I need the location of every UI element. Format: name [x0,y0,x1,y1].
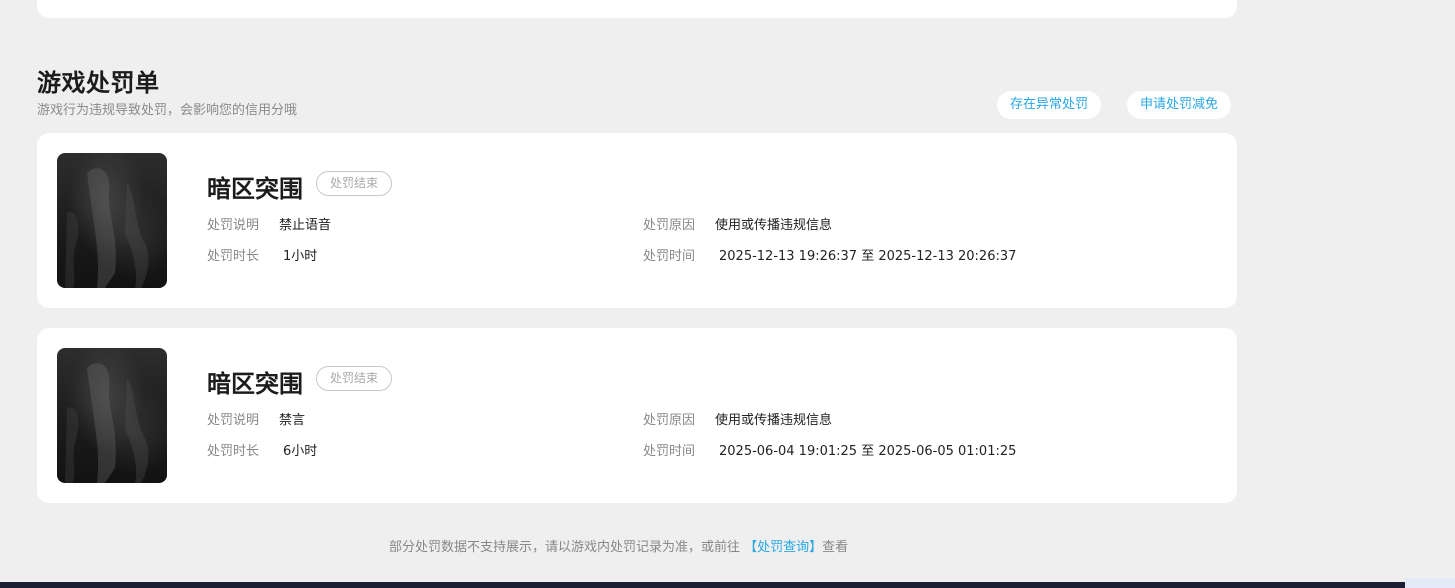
description-value: 禁止语音 [279,218,332,233]
duration-value: 1小时 [283,249,318,264]
penalty-query-link[interactable]: 【处罚查询】 [744,540,822,555]
bottom-bar [0,582,1405,588]
footer-text: 部分处罚数据不支持展示，请以游戏内处罚记录为准，或前往 [389,540,741,555]
reason-value: 使用或传播违规信息 [715,218,833,233]
report-abnormal-penalty-button[interactable]: 存在异常处罚 [997,91,1102,119]
status-badge: 处罚结束 [316,366,393,391]
game-name: 暗区突围 [207,175,303,203]
reason-value: 使用或传播违规信息 [715,413,833,428]
apply-penalty-reduction-button[interactable]: 申请处罚减免 [1127,91,1232,119]
description-label: 处罚说明 [207,413,260,428]
penalty-record-card: 暗区突围 处罚结束 处罚说明 禁言 处罚时长 6小时 处罚原因 使用或传播违规信… [37,328,1237,503]
duration-label: 处罚时长 [207,444,260,459]
section-subtitle: 游戏行为违规导致处罚，会影响您的信用分哦 [37,103,298,118]
section-title: 游戏处罚单 [37,69,160,97]
description-value: 禁言 [279,413,306,428]
footer-note: 部分处罚数据不支持展示，请以游戏内处罚记录为准，或前往 【处罚查询】查看 [389,536,848,555]
reason-label: 处罚原因 [643,413,696,428]
description-label: 处罚说明 [207,218,260,233]
corner-widget [1405,578,1455,588]
status-badge: 处罚结束 [316,171,393,196]
penalty-record-card: 暗区突围 处罚结束 处罚说明 禁止语音 处罚时长 1小时 处罚原因 使用或传播违… [37,133,1237,308]
previous-section-card [37,0,1237,18]
time-value: 2025-12-13 19:26:37 至 2025-12-13 20:26:3… [719,249,1017,264]
game-cover-image [57,348,167,483]
time-label: 处罚时间 [643,444,696,459]
footer-text-after: 查看 [822,540,849,555]
time-value: 2025-06-04 19:01:25 至 2025-06-05 01:01:2… [719,444,1017,459]
duration-value: 6小时 [283,444,318,459]
duration-label: 处罚时长 [207,249,260,264]
reason-label: 处罚原因 [643,218,696,233]
time-label: 处罚时间 [643,249,696,264]
game-name: 暗区突围 [207,370,303,398]
game-cover-image [57,153,167,288]
